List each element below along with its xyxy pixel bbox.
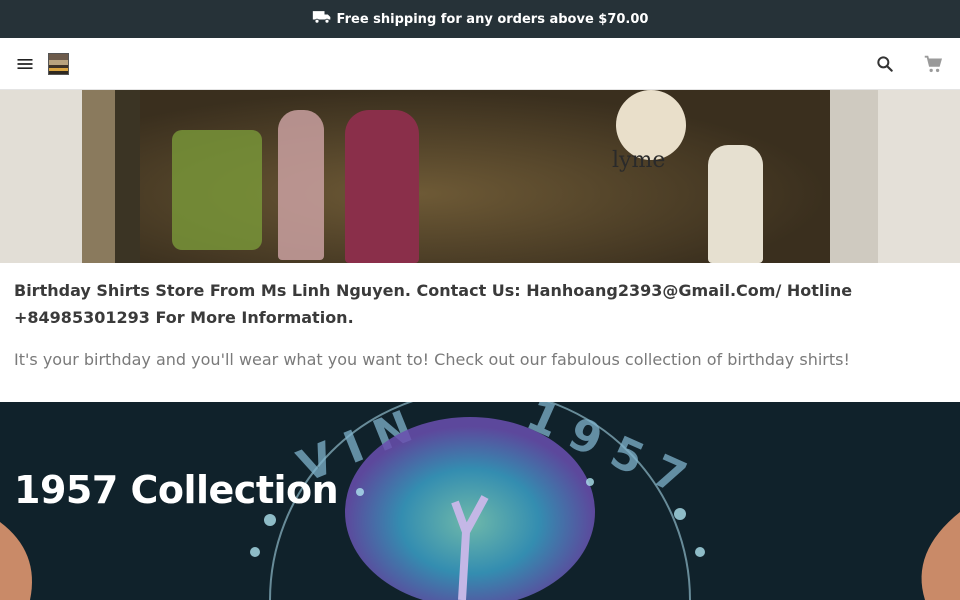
banner-mannequin [278, 110, 324, 260]
site-header [0, 38, 960, 90]
banner-shop-sign: lyme [612, 148, 666, 173]
announcement-text: Free shipping for any orders above $70.0… [336, 11, 649, 27]
hero-banner-image: lyme [0, 90, 960, 263]
store-intro: Birthday Shirts Store From Ms Linh Nguye… [0, 263, 960, 372]
collection-title[interactable]: 1957 Collection [14, 468, 339, 512]
banner-clothes-rack [172, 130, 262, 250]
banner-wall-left [0, 90, 82, 263]
banner-wall-right [878, 90, 960, 263]
cart-icon[interactable] [922, 53, 944, 75]
menu-icon[interactable] [14, 53, 36, 75]
store-logo[interactable] [48, 52, 69, 75]
collection-banner[interactable]: V I N 1 9 5 7 1957 Collection [0, 402, 960, 600]
banner-shopper [708, 145, 763, 263]
banner-mannequin [345, 110, 419, 263]
search-icon[interactable] [874, 53, 896, 75]
announcement-bar: Free shipping for any orders above $70.0… [0, 0, 960, 38]
store-intro-title: Birthday Shirts Store From Ms Linh Nguye… [14, 281, 853, 327]
truck-icon [312, 9, 332, 29]
store-intro-description: It's your birthday and you'll wear what … [14, 350, 850, 369]
